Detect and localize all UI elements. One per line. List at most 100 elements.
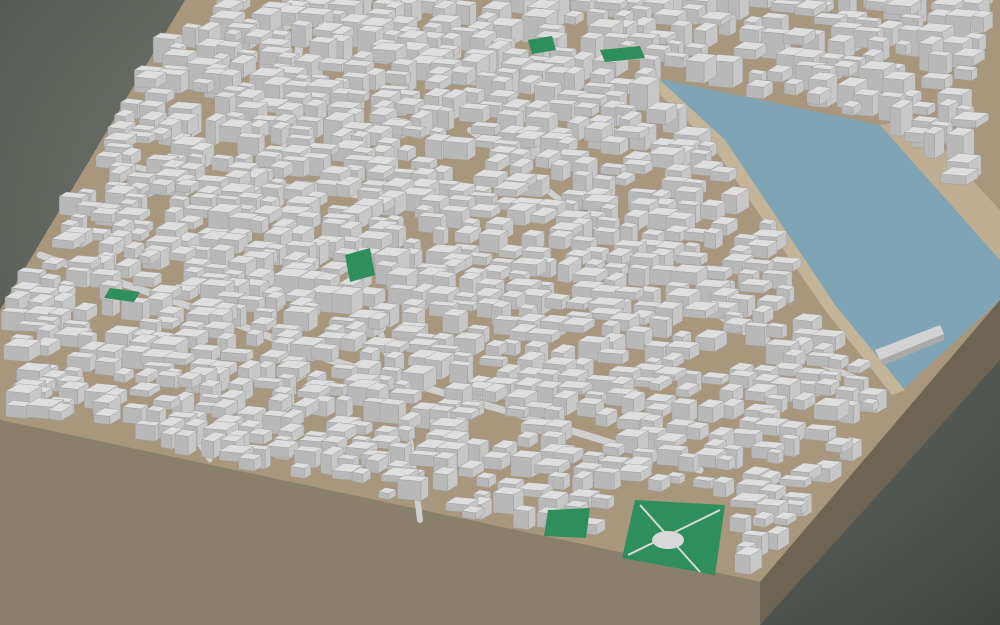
building[interactable] (923, 126, 945, 160)
building-wall-front (678, 455, 694, 473)
building-wall-front (766, 325, 783, 339)
building[interactable] (627, 263, 651, 288)
building[interactable] (597, 347, 630, 365)
building[interactable] (505, 404, 530, 419)
building[interactable] (346, 89, 371, 103)
building[interactable] (663, 51, 690, 69)
building[interactable] (448, 65, 477, 86)
building[interactable] (677, 452, 700, 473)
building[interactable] (703, 227, 724, 250)
building-wall-front (211, 157, 229, 173)
building[interactable] (481, 450, 511, 471)
building-wall-front (370, 48, 396, 64)
building[interactable] (590, 493, 615, 510)
building[interactable] (709, 165, 738, 183)
building[interactable] (432, 225, 449, 246)
building[interactable] (526, 327, 561, 344)
building-wall-front (734, 553, 751, 575)
building-wall-front (121, 300, 143, 322)
building-wall-front (265, 296, 278, 310)
building-wall-front (518, 81, 531, 95)
building[interactable] (219, 347, 255, 363)
building[interactable] (601, 441, 626, 457)
building-wall-side (448, 108, 455, 131)
green-space[interactable] (544, 508, 590, 538)
building-wall-front (442, 140, 468, 161)
building-wall-front (449, 363, 468, 386)
building[interactable] (685, 52, 717, 84)
building-wall-front (291, 24, 306, 49)
building[interactable] (593, 466, 622, 491)
building[interactable] (249, 215, 270, 235)
building-wall-front (646, 108, 666, 125)
building-wall-front (697, 405, 714, 424)
building[interactable] (910, 100, 937, 116)
building[interactable] (442, 136, 477, 161)
building[interactable] (132, 270, 163, 288)
building[interactable] (289, 462, 312, 479)
building-wall-front (600, 140, 620, 156)
building[interactable] (174, 429, 198, 457)
building-wall-front (745, 324, 766, 347)
building[interactable] (478, 354, 509, 368)
building[interactable] (191, 77, 215, 94)
building-wall-side (666, 316, 673, 339)
building-wall-front (311, 347, 333, 362)
building-wall-front (237, 136, 259, 157)
building-wall-front (135, 423, 156, 442)
building-wall-front (971, 15, 984, 34)
building[interactable] (692, 475, 717, 490)
building[interactable] (563, 66, 586, 94)
building[interactable] (766, 322, 788, 339)
building[interactable] (432, 466, 459, 492)
building[interactable] (592, 226, 621, 247)
building[interactable] (512, 504, 537, 531)
building[interactable] (766, 448, 785, 465)
building[interactable] (382, 69, 412, 86)
building[interactable] (149, 178, 176, 196)
building[interactable] (804, 423, 837, 442)
building-wall-front (174, 434, 189, 456)
building-wall-front (101, 298, 113, 317)
map-viewport[interactable] (0, 0, 1000, 625)
building[interactable] (470, 121, 502, 136)
building-wall-front (595, 413, 608, 428)
city-model-scene[interactable] (0, 0, 1000, 625)
building-wall-front (438, 109, 450, 131)
building[interactable] (458, 102, 491, 124)
building[interactable] (438, 106, 455, 131)
building[interactable] (550, 159, 572, 182)
building[interactable] (622, 158, 654, 175)
building-wall-front (424, 138, 442, 160)
building[interactable] (396, 474, 429, 502)
building[interactable] (599, 135, 630, 156)
building-wall-front (270, 126, 282, 146)
building-wall-front (379, 402, 399, 425)
building[interactable] (953, 65, 978, 82)
building[interactable] (441, 308, 469, 335)
building[interactable] (573, 101, 600, 118)
building[interactable] (701, 371, 730, 386)
building-wall-side (240, 305, 247, 328)
building[interactable] (712, 476, 735, 499)
building-wall-front (550, 164, 563, 182)
building[interactable] (238, 452, 263, 472)
building[interactable] (927, 50, 953, 76)
building-wall-front (804, 428, 829, 442)
building[interactable] (402, 124, 427, 139)
building-wall-front (409, 453, 435, 468)
building[interactable] (649, 315, 673, 339)
building[interactable] (334, 394, 354, 419)
building[interactable] (675, 250, 709, 266)
building[interactable] (894, 39, 913, 56)
building-wall-front (685, 60, 705, 84)
building[interactable] (245, 328, 265, 348)
building-wall-front (513, 509, 529, 530)
building[interactable] (594, 0, 628, 11)
building[interactable] (716, 454, 736, 471)
building[interactable] (134, 420, 162, 442)
building-wall-front (664, 55, 684, 69)
building[interactable] (311, 343, 340, 363)
building-wall-front (72, 308, 87, 322)
building-wall-front (94, 360, 115, 377)
